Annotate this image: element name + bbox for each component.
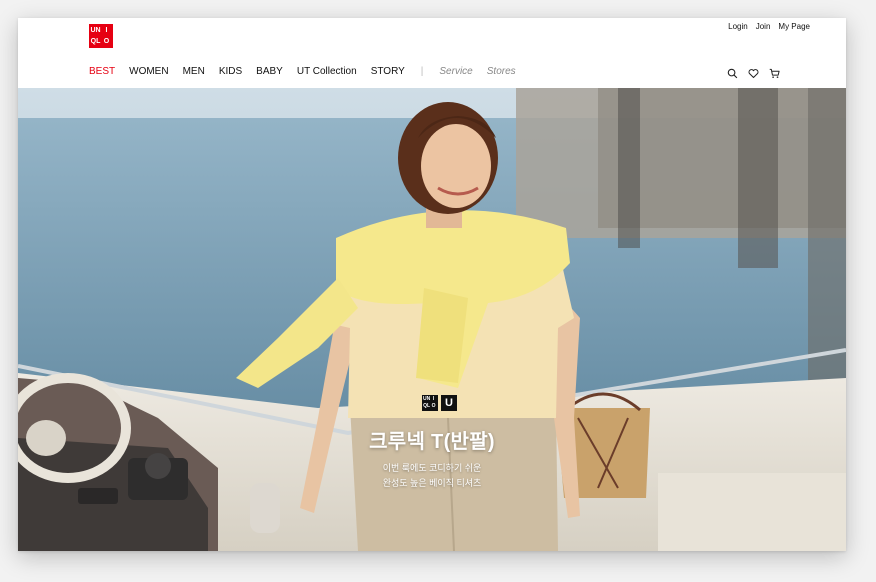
- browser-window: UN I QL O Login Join My Page BEST WOMEN …: [18, 18, 846, 551]
- nav-item-stores[interactable]: Stores: [487, 66, 516, 77]
- nav-separator: |: [420, 66, 424, 77]
- header-icons: [727, 66, 780, 79]
- site-header: UN I QL O Login Join My Page BEST WOMEN …: [18, 18, 846, 88]
- uniqlo-u-logo: U: [441, 395, 457, 411]
- nav-item-ut-collection[interactable]: UT Collection: [297, 66, 357, 77]
- join-link[interactable]: Join: [756, 22, 771, 31]
- nav-item-story[interactable]: STORY: [371, 66, 405, 77]
- account-links: Login Join My Page: [728, 22, 810, 31]
- nav-item-kids[interactable]: KIDS: [219, 66, 242, 77]
- cart-icon[interactable]: [769, 66, 780, 78]
- nav-item-service[interactable]: Service: [439, 66, 472, 77]
- main-nav: BEST WOMEN MEN KIDS BABY UT Collection S…: [89, 66, 530, 77]
- login-link[interactable]: Login: [728, 22, 748, 31]
- my-page-link[interactable]: My Page: [778, 22, 810, 31]
- hero-brand-logos: UN I QL O U: [422, 395, 457, 411]
- heart-icon[interactable]: [748, 66, 759, 79]
- nav-item-men[interactable]: MEN: [183, 66, 205, 77]
- uniqlo-logo[interactable]: UN I QL O: [89, 24, 113, 48]
- hero-image: [18, 88, 846, 551]
- nav-item-baby[interactable]: BABY: [256, 66, 283, 77]
- uniqlo-small-logo: UN I QL O: [422, 395, 438, 411]
- nav-item-best[interactable]: BEST: [89, 66, 115, 77]
- search-icon[interactable]: [727, 66, 738, 79]
- nav-item-women[interactable]: WOMEN: [129, 66, 168, 77]
- hero-banner[interactable]: UN I QL O U 크루넥 T(반팔) 이번 룩에도 코디하기 쉬운 완성도…: [18, 88, 846, 551]
